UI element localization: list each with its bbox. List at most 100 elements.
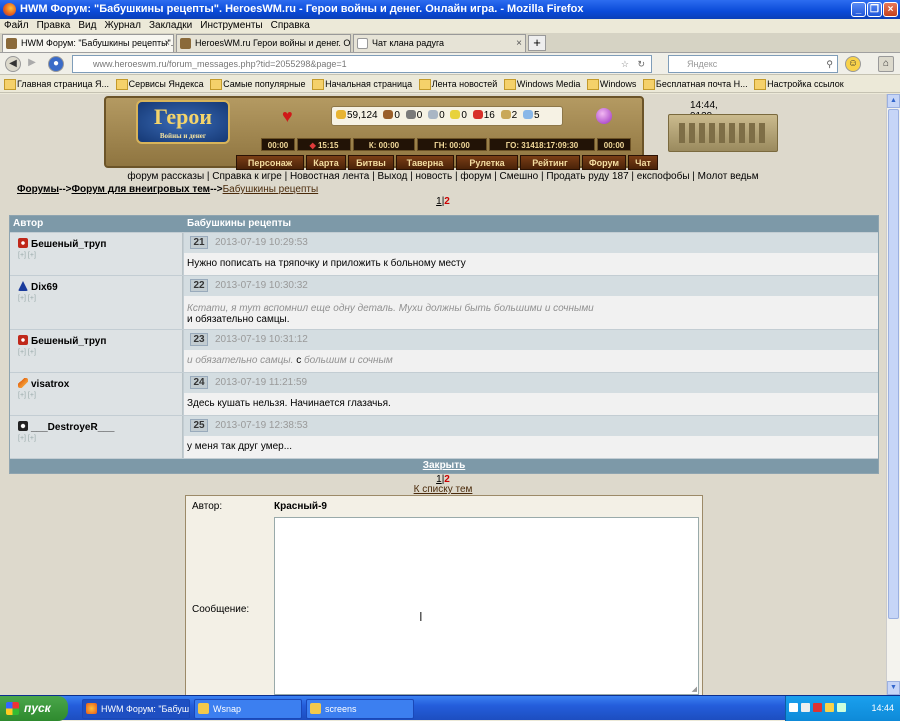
game-nav-character[interactable]: Персонаж <box>236 155 304 170</box>
home-globe-icon[interactable]: ● <box>48 56 64 72</box>
home-icon[interactable]: ⌂ <box>878 56 894 72</box>
author-links[interactable]: [+] [+] <box>18 252 36 259</box>
post-author[interactable]: Dix69 <box>18 281 58 293</box>
breadcrumb-section[interactable]: Форум для внеигровых тем <box>72 184 211 195</box>
task-screens[interactable]: screens <box>306 699 414 719</box>
author-links[interactable]: [+] [+] <box>18 349 36 356</box>
post-author[interactable]: Бешеный_труп <box>18 238 106 250</box>
minimize-button[interactable]: _ <box>851 2 866 17</box>
url-bar[interactable]: www.heroeswm.ru/forum_messages.php?tid=2… <box>72 55 652 73</box>
mercury-icon <box>428 110 439 119</box>
maximize-button[interactable]: ❐ <box>867 2 882 17</box>
reply-author-value: Красный-9 <box>274 501 327 512</box>
bookmark-item[interactable]: Начальная страница <box>312 75 412 92</box>
new-tab-button[interactable]: + <box>528 35 546 51</box>
menu-history[interactable]: Журнал <box>100 19 145 33</box>
message-textarea[interactable]: I ◢ <box>274 517 699 695</box>
scroll-thumb[interactable] <box>888 109 899 619</box>
page-scrollbar[interactable]: ▲ ▼ <box>886 94 900 695</box>
tab-forum[interactable]: HWM Форум: "Бабушкины рецепты". Н... × <box>2 34 174 52</box>
post-author[interactable]: ___DestroyeR___ <box>18 421 114 433</box>
bookmark-item[interactable]: Windows <box>586 75 636 92</box>
game-nav-roulette[interactable]: Рулетка <box>456 155 518 170</box>
back-arrow-icon[interactable]: ◀ <box>5 56 21 72</box>
author-links[interactable]: [+] [+] <box>18 435 36 442</box>
post-body: Здесь кушать нельзя. Начинается глазачья… <box>184 393 878 415</box>
post-author[interactable]: visatrox <box>18 378 69 390</box>
top-links-text[interactable]: форум рассказы | Справка к игре | Новост… <box>127 171 758 182</box>
tab-heroeswm[interactable]: HeroesWM.ru Герои войны и денег. Он... <box>176 34 351 52</box>
bookmark-item[interactable]: Лента новостей <box>418 75 497 92</box>
search-icon[interactable]: ⚲ <box>826 56 833 72</box>
menu-tools[interactable]: Инструменты <box>196 19 266 33</box>
post-author-cell: ___DestroyeR___ [+] [+] <box>10 416 183 458</box>
game-logo[interactable]: Герои Войны и денег <box>136 100 230 144</box>
game-nav-rating[interactable]: Рейтинг <box>520 155 580 170</box>
bookmark-item[interactable]: Бесплатная почта Н... <box>642 75 748 92</box>
addon-smiley-icon[interactable]: ☺ <box>845 56 861 72</box>
bookmark-item[interactable]: Сервисы Яндекса <box>115 75 204 92</box>
scroll-down-icon[interactable]: ▼ <box>887 681 900 695</box>
bookmark-star-icon[interactable]: ☆ <box>621 56 629 72</box>
post-number[interactable]: 23 <box>190 333 208 346</box>
author-links[interactable]: [+] [+] <box>18 295 36 302</box>
breadcrumb-forums[interactable]: Форумы <box>17 184 59 195</box>
clan-emblem-icon <box>18 238 28 248</box>
timer: ГН: 00:00 <box>417 138 487 151</box>
start-label: пуск <box>24 701 51 715</box>
post-number[interactable]: 25 <box>190 419 208 432</box>
reply-form: Автор: Красный-9 Сообщение: I ◢ <box>185 495 703 695</box>
post-number[interactable]: 24 <box>190 376 208 389</box>
close-thread-link[interactable]: Закрыть <box>423 460 466 471</box>
post-number[interactable]: 22 <box>190 279 208 292</box>
gems-resource: 2 <box>500 107 517 125</box>
back-to-topics-link[interactable]: К списку тем <box>0 484 886 495</box>
post-number[interactable]: 21 <box>190 236 208 249</box>
post-body: у меня так друг умер... <box>184 436 878 458</box>
sulfur-resource: 0 <box>450 107 467 125</box>
tray-icon[interactable] <box>813 703 822 712</box>
start-button[interactable]: пуск <box>0 696 68 721</box>
menu-file[interactable]: Файл <box>0 19 33 33</box>
forward-arrow-icon[interactable]: ▶ <box>24 56 40 72</box>
tray-icon[interactable] <box>825 703 834 712</box>
post-author[interactable]: Бешеный_труп <box>18 335 106 347</box>
blank-page-icon <box>357 38 368 49</box>
resize-grip-icon[interactable]: ◢ <box>692 685 697 693</box>
top-links[interactable]: форум рассказы | Справка к игре | Новост… <box>0 171 886 182</box>
tray-icon[interactable] <box>801 703 810 712</box>
post-text: и обязательно самцы. <box>187 314 290 325</box>
close-button[interactable]: × <box>883 2 898 17</box>
tab-close-icon[interactable]: × <box>516 35 522 52</box>
tab-bar: HWM Форум: "Бабушкины рецепты". Н... × H… <box>0 33 900 53</box>
tab-close-icon[interactable]: × <box>164 35 170 52</box>
author-links[interactable]: [+] [+] <box>18 392 36 399</box>
menu-bookmarks[interactable]: Закладки <box>145 19 196 33</box>
bookmark-item[interactable]: Настройка ссылок <box>754 75 844 92</box>
bookmarks-bar: Главная страница Я... Сервисы Яндекса Са… <box>0 75 900 93</box>
game-nav-forum[interactable]: Форум <box>582 155 626 170</box>
task-wsnap[interactable]: Wsnap <box>194 699 302 719</box>
post-date: 2013-07-19 10:29:53 <box>215 237 308 248</box>
bookmark-item[interactable]: Самые популярные <box>210 75 306 92</box>
menu-view[interactable]: Вид <box>74 19 100 33</box>
bookmark-item[interactable]: Главная страница Я... <box>4 75 109 92</box>
game-nav-chat[interactable]: Чат <box>628 155 658 170</box>
game-nav-battles[interactable]: Битвы <box>348 155 394 170</box>
menu-edit[interactable]: Правка <box>33 19 75 33</box>
tray-icon[interactable] <box>837 703 846 712</box>
menu-help[interactable]: Справка <box>267 19 314 33</box>
game-nav-map[interactable]: Карта <box>306 155 346 170</box>
bookmark-item[interactable]: Windows Media <box>503 75 580 92</box>
search-input[interactable]: Яндекс ⚲ <box>668 55 838 73</box>
post-text: Здесь кушать нельзя. Начинается глазачья… <box>187 398 391 409</box>
game-nav-tavern[interactable]: Таверна <box>396 155 454 170</box>
reload-icon[interactable]: ↻ <box>637 56 645 72</box>
tab-chat[interactable]: Чат клана радуга × <box>353 34 526 52</box>
task-firefox[interactable]: HWM Форум: "Бабуш... <box>82 699 190 719</box>
tray-icon[interactable] <box>789 703 798 712</box>
timer: К: 00:00 <box>353 138 415 151</box>
post-date: 2013-07-19 11:21:59 <box>215 377 308 388</box>
breadcrumb-current[interactable]: Бабушкины рецепты <box>223 184 319 195</box>
scroll-up-icon[interactable]: ▲ <box>887 94 900 108</box>
